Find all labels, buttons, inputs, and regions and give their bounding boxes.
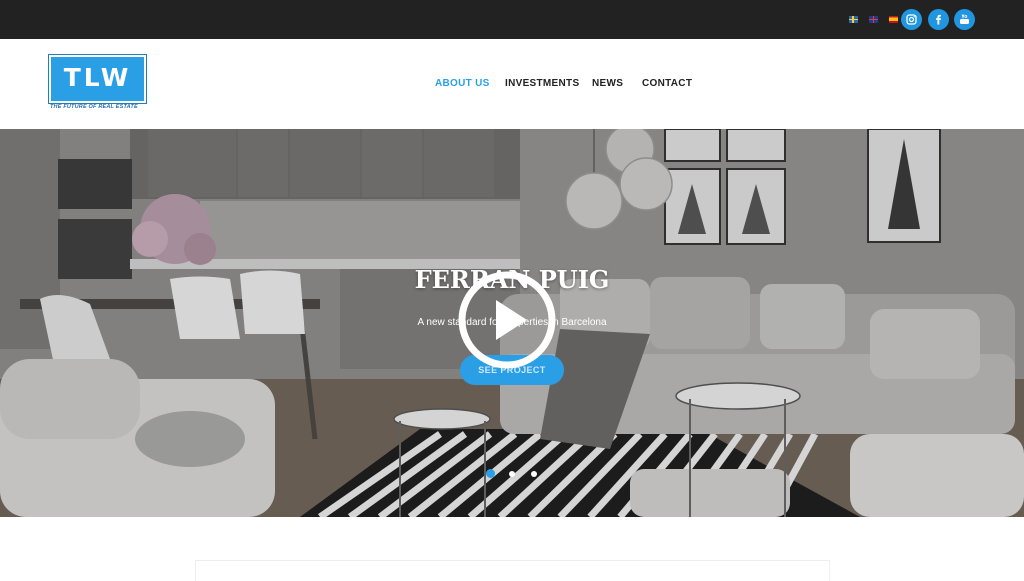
facebook-icon[interactable]: [928, 9, 949, 30]
content-card: [195, 560, 830, 581]
slider-dot-2[interactable]: [509, 471, 515, 477]
youtube-icon[interactable]: [954, 9, 975, 30]
slider-dot-3[interactable]: [531, 471, 537, 477]
play-video-icon[interactable]: [457, 270, 557, 370]
logo-tagline: THE FUTURE OF REAL ESTATE: [50, 104, 138, 110]
nav-news[interactable]: NEWS: [592, 78, 623, 89]
slider-dot-1[interactable]: [486, 469, 495, 478]
logo-text: TLW: [63, 63, 132, 92]
spain-flag-icon[interactable]: [889, 16, 898, 23]
nav-contact[interactable]: CONTACT: [642, 78, 692, 89]
nav-investments[interactable]: INVESTMENTS: [505, 78, 579, 89]
sweden-flag-icon[interactable]: [849, 16, 858, 23]
nav-about-us[interactable]: ABOUT US: [435, 78, 490, 89]
top-bar: [0, 0, 1024, 39]
hero-slider: FERRAN PUIG A new standard for propertie…: [0, 129, 1024, 517]
instagram-icon[interactable]: [901, 9, 922, 30]
uk-flag-icon[interactable]: [869, 16, 878, 23]
logo[interactable]: TLW: [48, 54, 147, 104]
